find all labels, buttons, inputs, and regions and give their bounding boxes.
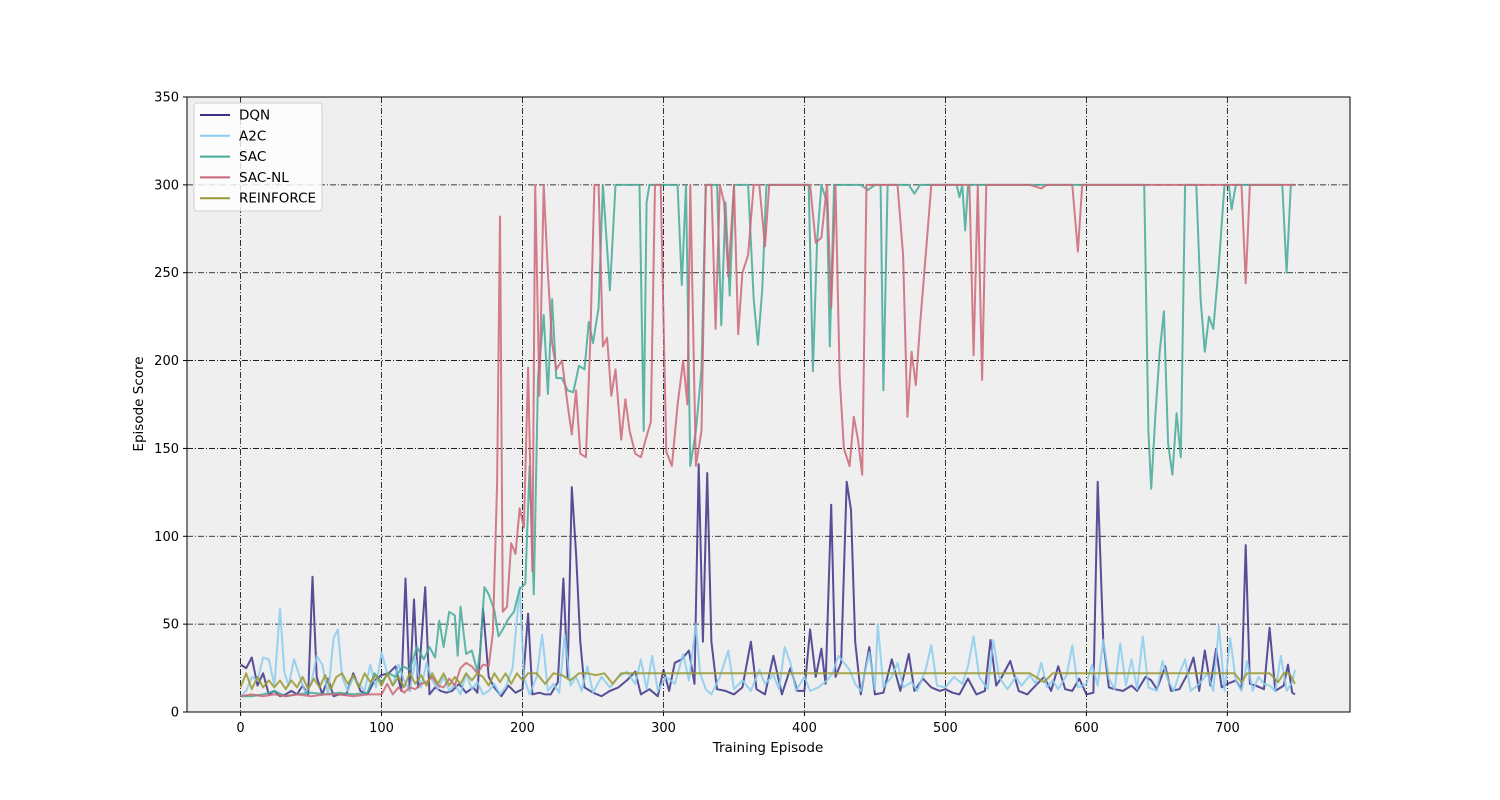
legend: DQN A2C SAC SAC-NL REINFORCE	[193, 102, 323, 212]
y-tick-label: 0	[171, 706, 179, 721]
y-tick-label: 100	[154, 530, 179, 545]
x-tick-label: 200	[510, 721, 535, 736]
x-tick-label: 100	[369, 721, 394, 736]
y-tick-label: 50	[162, 618, 179, 633]
x-tick-label: 600	[1074, 721, 1099, 736]
legend-label: SAC-NL	[239, 170, 289, 186]
legend-label: REINFORCE	[239, 191, 316, 207]
y-axis-ticks: 0 50 100 150 200 250 300 350	[154, 91, 187, 721]
legend-label: A2C	[239, 128, 266, 144]
y-axis-label: Episode Score	[131, 356, 147, 451]
line-chart: 0 100 200 300 400 500 600 700 0 50 100 150 200 250 30…	[131, 91, 1351, 756]
y-tick-label: 200	[154, 354, 179, 369]
x-axis-ticks: 0 100 200 300 400 500 600 700	[236, 712, 1240, 736]
y-tick-label: 250	[154, 266, 179, 281]
x-tick-label: 700	[1215, 721, 1240, 736]
y-tick-label: 300	[154, 178, 179, 193]
x-tick-label: 500	[933, 721, 958, 736]
legend-label: SAC	[239, 149, 266, 165]
x-axis-label: Training Episode	[712, 740, 824, 756]
legend-label: DQN	[239, 108, 270, 124]
y-tick-label: 150	[154, 442, 179, 457]
x-tick-label: 400	[792, 721, 817, 736]
x-tick-label: 300	[651, 721, 676, 736]
x-tick-label: 0	[236, 721, 244, 736]
y-tick-label: 350	[154, 91, 179, 106]
